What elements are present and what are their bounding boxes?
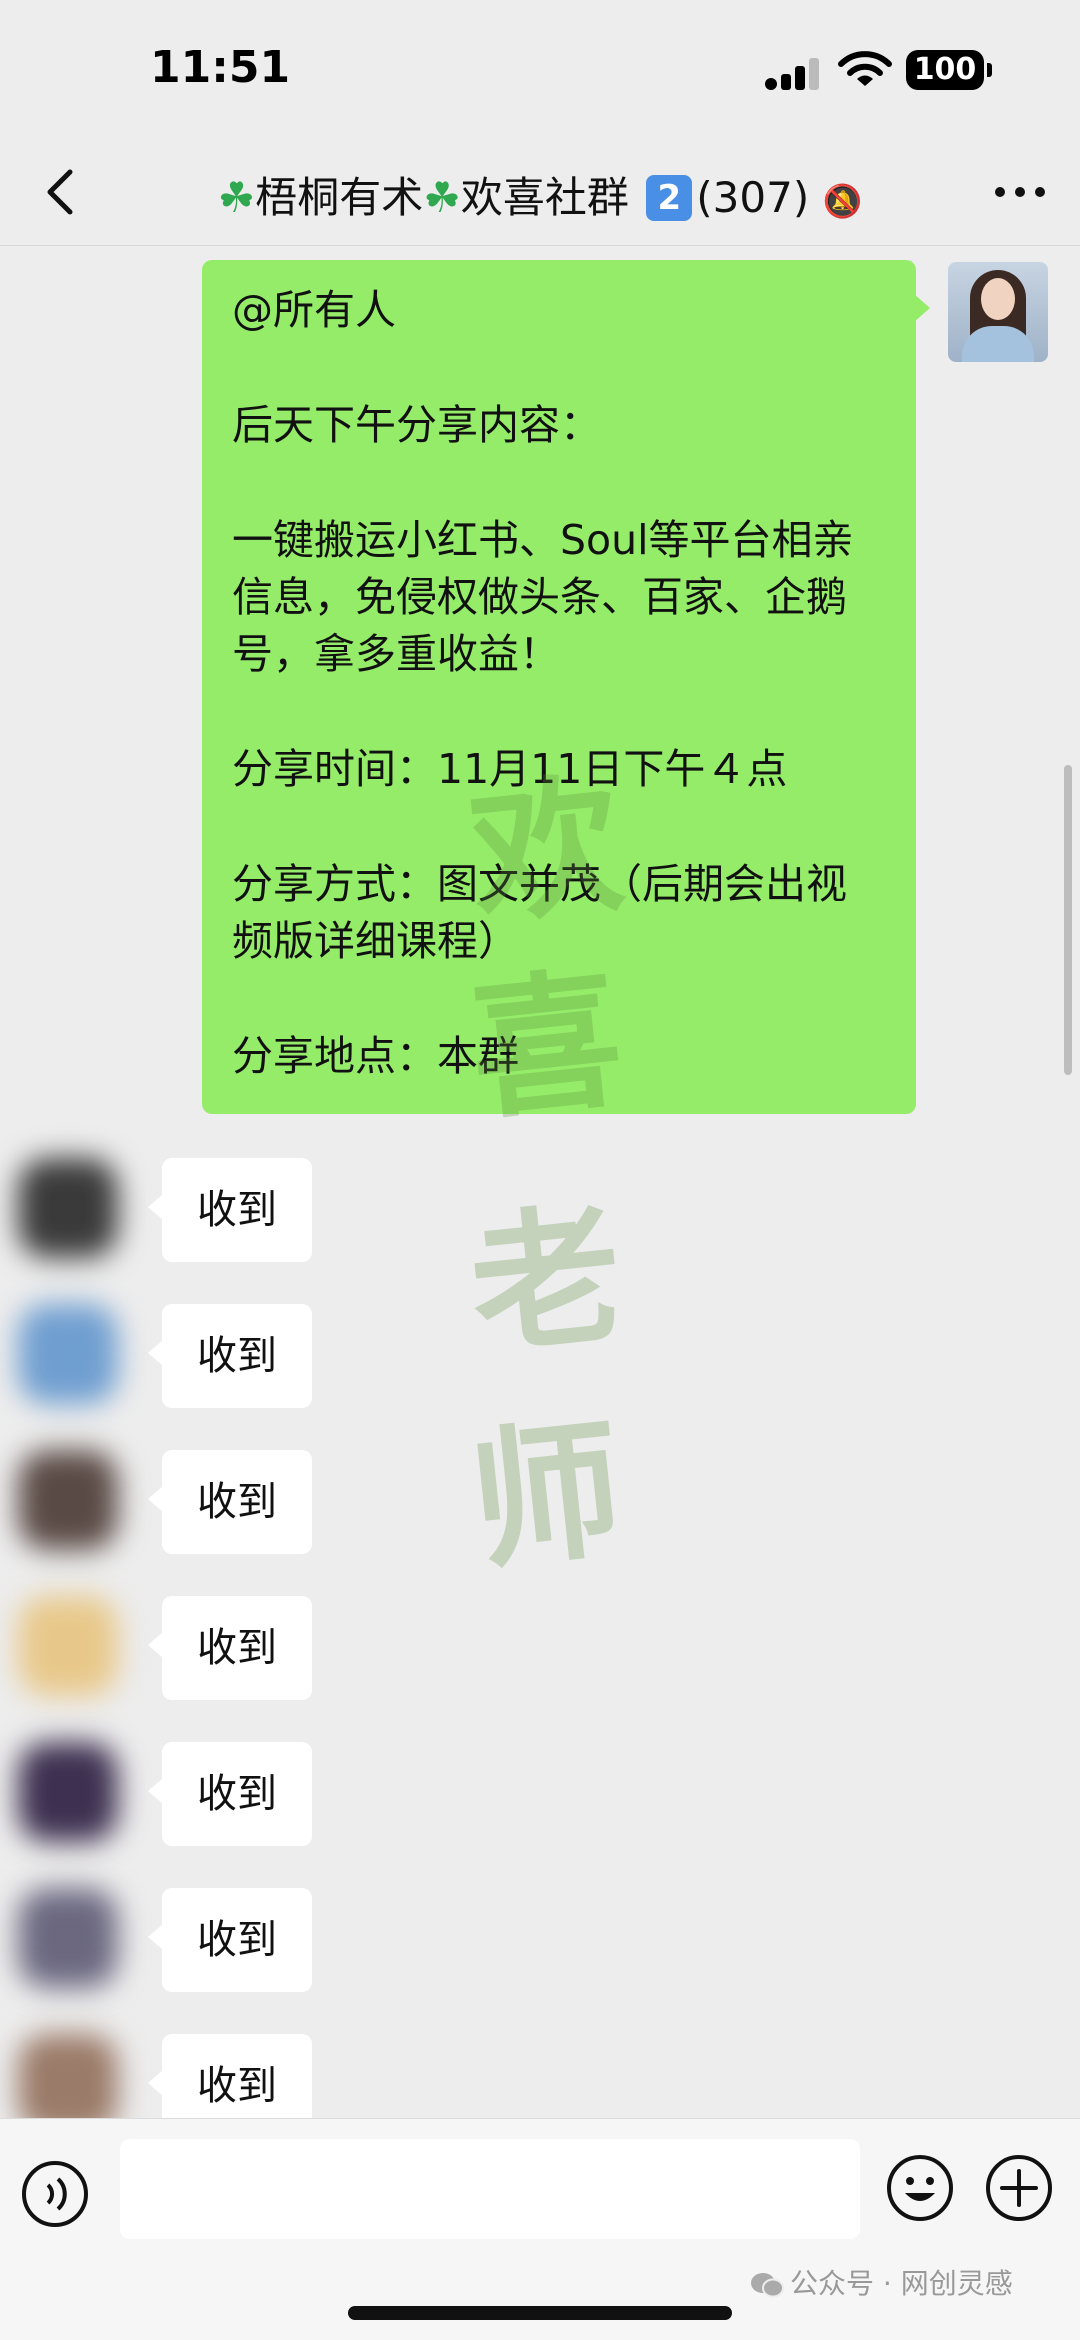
reply-bubble[interactable]: 收到: [148, 1742, 312, 1846]
wechat-icon: [751, 2273, 784, 2298]
more-options-icon[interactable]: [990, 170, 1050, 214]
blurred-avatar[interactable]: [18, 1304, 118, 1404]
incoming-message: 收到: [0, 1596, 1080, 1706]
chat-title-part1: 梧桐有术: [255, 173, 424, 222]
chat-title-part2: 欢喜社群: [460, 173, 629, 222]
chat-header: ☘梧桐有术☘欢喜社群 2 (307) 🔕: [0, 140, 1080, 246]
source-credit-text: 公众号 · 网创灵感: [790, 2267, 1013, 2300]
blurred-avatar[interactable]: [18, 1742, 118, 1842]
home-indicator[interactable]: [348, 2306, 732, 2320]
reply-bubble[interactable]: 收到: [148, 1596, 312, 1700]
blurred-avatar[interactable]: [18, 1596, 118, 1696]
plus-icon[interactable]: [984, 2153, 1054, 2223]
reply-bubble[interactable]: 收到: [148, 1888, 312, 1992]
own-avatar[interactable]: [948, 262, 1048, 362]
emoji-icon[interactable]: [885, 2153, 955, 2223]
blurred-avatar[interactable]: [18, 1158, 118, 1258]
reply-bubble[interactable]: 收到: [148, 1158, 312, 1262]
watermark-char: 喜: [462, 950, 631, 1142]
voice-input-icon[interactable]: [20, 2159, 90, 2229]
status-bar: 11:51 100: [0, 0, 1080, 140]
source-credit: 公众号 · 网创灵感: [750, 2262, 1013, 2302]
keycap-number-badge: 2: [646, 174, 693, 221]
watermark-char: 老: [462, 1185, 631, 1377]
reply-bubble[interactable]: 收到: [148, 1450, 312, 1554]
chat-title: ☘梧桐有术☘欢喜社群 2 (307) 🔕: [0, 164, 1080, 227]
blurred-avatar[interactable]: [18, 1450, 118, 1550]
incoming-message: 收到: [0, 1742, 1080, 1852]
cellular-signal-icon: [765, 58, 819, 90]
clover-icon: ☘: [217, 173, 256, 222]
muted-bell-icon: 🔕: [822, 182, 863, 220]
reply-bubble[interactable]: 收到: [148, 1304, 312, 1408]
incoming-message: 收到: [0, 1888, 1080, 1998]
member-count: (307): [696, 173, 810, 222]
watermark-char: 师: [462, 1400, 631, 1592]
message-line: 一键搬运小红书、Soul等平台相亲信息，免侵权做头条、百家、企鹅号，拿多重收益！: [232, 516, 854, 678]
battery-indicator: 100: [906, 50, 992, 90]
clover-icon: ☘: [423, 173, 461, 222]
status-time: 11:51: [150, 42, 291, 93]
scrollbar[interactable]: [1064, 765, 1072, 1075]
blurred-avatar[interactable]: [18, 1888, 118, 1988]
message-line: 后天下午分享内容：: [232, 401, 601, 449]
message-line: @所有人: [232, 286, 396, 334]
message-input[interactable]: [120, 2139, 860, 2239]
wifi-icon: [838, 51, 892, 86]
